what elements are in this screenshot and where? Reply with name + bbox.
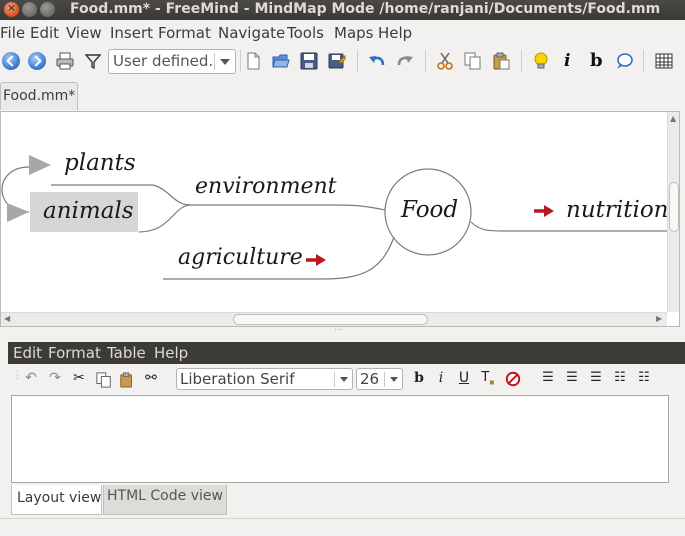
clear-format-icon[interactable] — [504, 371, 522, 387]
paste-icon[interactable] — [492, 52, 510, 70]
link-arrow-icon — [306, 254, 326, 266]
font-family-select[interactable]: Liberation Serif — [176, 368, 353, 390]
zoom-select[interactable]: User defined. — [108, 49, 236, 74]
node-plants[interactable]: plants — [64, 150, 136, 176]
editor-menu-edit[interactable]: Edit — [13, 344, 42, 362]
font-size-select[interactable]: 26 — [356, 368, 403, 390]
editor-menu-bar: Edit Format Table Help — [8, 342, 685, 364]
minimize-window-button[interactable] — [22, 2, 37, 17]
title-bar: × Food.mm* - FreeMind - MindMap Mode /ho… — [0, 0, 685, 20]
redo-icon[interactable]: ↷ — [46, 370, 64, 386]
tab-food-mm[interactable]: Food.mm* — [0, 82, 78, 110]
undo-icon[interactable] — [368, 52, 386, 70]
bullet-list-icon[interactable]: ☷ — [611, 370, 629, 385]
vertical-scroll-thumb[interactable] — [669, 182, 679, 232]
vertical-scrollbar[interactable]: ▲ — [667, 112, 679, 312]
save-icon[interactable] — [300, 52, 318, 70]
tab-label: Food.mm* — [3, 88, 76, 104]
chevron-down-icon — [220, 59, 230, 65]
chevron-down-icon — [340, 377, 348, 382]
menu-help[interactable]: Help — [378, 24, 412, 42]
maximize-window-button[interactable] — [40, 2, 55, 17]
grid-icon[interactable] — [655, 52, 673, 70]
menu-insert[interactable]: Insert — [110, 24, 153, 42]
node-nutrition[interactable]: nutrition — [566, 197, 667, 223]
paste-icon[interactable] — [118, 372, 136, 388]
horizontal-scroll-thumb[interactable] — [233, 314, 428, 325]
scroll-up-icon[interactable]: ▲ — [670, 114, 676, 123]
zoom-value: User defined. — [113, 52, 214, 70]
menu-maps[interactable]: Maps — [334, 24, 373, 42]
status-bar — [0, 518, 685, 536]
mindmap-canvas[interactable]: plants animals environment Food agricult… — [1, 112, 667, 312]
menu-navigate[interactable]: Navigate — [218, 24, 285, 42]
menu-format[interactable]: Format — [158, 24, 211, 42]
link-arrowhead-animals — [7, 203, 29, 222]
find-binoculars-icon[interactable]: ⚯ — [142, 370, 160, 386]
link-arrowhead-plants — [29, 155, 51, 175]
bold-icon[interactable]: b — [590, 50, 603, 71]
back-icon[interactable] — [2, 52, 20, 70]
font-family-value: Liberation Serif — [180, 370, 295, 388]
node-environment[interactable]: environment — [195, 174, 336, 199]
numbered-list-icon[interactable]: ☷ — [635, 370, 653, 385]
print-icon[interactable] — [56, 52, 74, 70]
editor-view-tabs: Layout view HTML Code view — [11, 485, 669, 515]
save-as-icon[interactable] — [328, 52, 346, 70]
editor-menu-table[interactable]: Table — [107, 344, 146, 362]
filter-icon[interactable] — [84, 52, 102, 70]
editor-menu-format[interactable]: Format — [48, 344, 101, 362]
forward-icon[interactable] — [28, 52, 46, 70]
undo-icon[interactable]: ↶ — [22, 370, 40, 386]
new-document-icon[interactable] — [244, 52, 262, 70]
menu-file[interactable]: File — [0, 24, 25, 42]
menu-tools[interactable]: Tools — [287, 24, 324, 42]
horizontal-scrollbar[interactable]: ◀ ▶ — [1, 312, 667, 326]
tab-html-code-view[interactable]: HTML Code view — [103, 485, 227, 515]
font-size-value: 26 — [360, 370, 380, 388]
open-folder-icon[interactable] — [272, 52, 290, 70]
scroll-left-icon[interactable]: ◀ — [4, 314, 10, 323]
tab-html-code-view-label: HTML Code view — [107, 488, 223, 504]
note-bubble-icon[interactable] — [615, 52, 633, 70]
menu-view[interactable]: View — [66, 24, 102, 42]
close-window-button[interactable]: × — [4, 2, 19, 17]
text-color-icon[interactable]: T▪ — [479, 370, 497, 387]
chevron-down-icon — [390, 377, 398, 382]
copy-icon[interactable] — [95, 372, 113, 388]
lightbulb-icon[interactable] — [532, 52, 550, 70]
node-agriculture[interactable]: agriculture — [178, 245, 303, 270]
node-animals[interactable]: animals — [43, 198, 134, 224]
note-editor-textarea[interactable] — [11, 395, 669, 483]
editor-menu-help[interactable]: Help — [154, 344, 188, 362]
cut-icon[interactable] — [436, 52, 454, 70]
window-title: Food.mm* - FreeMind - MindMap Mode /home… — [70, 1, 661, 17]
align-right-icon[interactable]: ☰ — [587, 370, 605, 385]
bold-button[interactable]: b — [410, 370, 428, 386]
node-food-root[interactable]: Food — [401, 197, 458, 223]
cut-icon[interactable]: ✂ — [70, 370, 88, 386]
align-center-icon[interactable]: ☰ — [563, 370, 581, 385]
italic-button[interactable]: i — [432, 370, 450, 386]
link-arrow-icon — [534, 205, 554, 217]
copy-icon[interactable] — [464, 52, 482, 70]
tab-layout-view[interactable]: Layout view — [11, 485, 102, 515]
scroll-right-icon[interactable]: ▶ — [656, 314, 662, 323]
menu-edit[interactable]: Edit — [30, 24, 59, 42]
italic-icon[interactable]: i — [564, 51, 570, 71]
splitter-handle[interactable]: ⋯ — [334, 326, 348, 334]
close-icon: × — [7, 3, 16, 14]
mindmap-view: plants animals environment Food agricult… — [0, 111, 680, 327]
align-left-icon[interactable]: ☰ — [539, 370, 557, 385]
document-tab-strip: Food.mm* — [0, 82, 685, 110]
underline-button[interactable]: U — [455, 370, 473, 386]
redo-icon[interactable] — [396, 52, 414, 70]
tab-layout-view-label: Layout view — [17, 490, 102, 506]
menu-bar: File Edit View Insert Format Navigate To… — [0, 22, 685, 44]
